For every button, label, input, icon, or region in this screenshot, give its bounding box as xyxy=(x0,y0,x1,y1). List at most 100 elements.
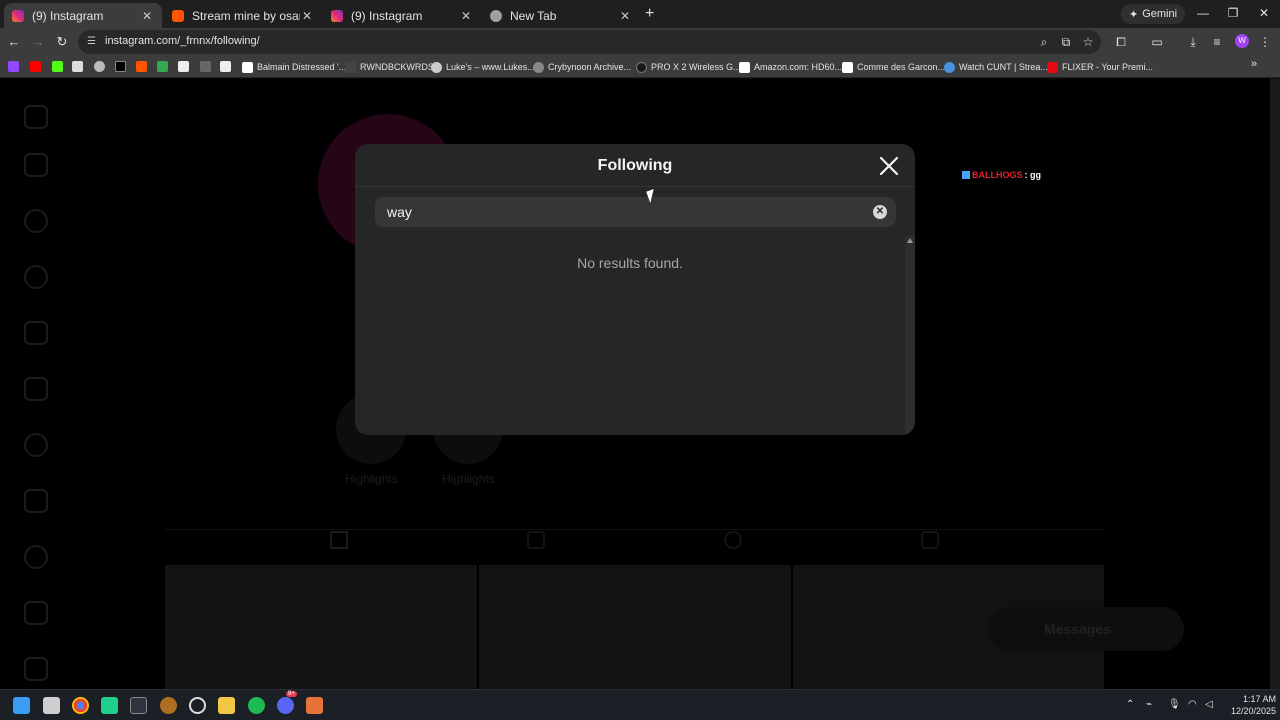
task-view-icon[interactable] xyxy=(43,697,60,714)
tab-close-icon[interactable]: ✕ xyxy=(618,9,632,23)
chevron-up-icon[interactable]: ⌃ xyxy=(1126,699,1134,710)
bookmark-watch[interactable]: Watch CUNT | Strea... xyxy=(944,60,1048,74)
youtube-icon[interactable] xyxy=(30,61,41,72)
bookmark-lukes[interactable]: Luke's – www.Lukes.... xyxy=(431,60,537,74)
bookmark-favicon-icon xyxy=(636,61,647,73)
bookmark-favicon-icon xyxy=(242,61,253,73)
reload-icon[interactable]: ↻ xyxy=(54,34,70,50)
tab-instagram-active[interactable]: (9) Instagram ✕ xyxy=(4,3,162,28)
bookmark-icon[interactable] xyxy=(220,61,231,72)
search-input[interactable] xyxy=(387,203,847,221)
gemini-button[interactable]: ✦ Gemini xyxy=(1121,4,1186,24)
page-scrollbar[interactable] xyxy=(1270,79,1280,689)
profile-avatar[interactable]: W xyxy=(1235,34,1249,48)
forward-arrow-icon[interactable]: → xyxy=(30,34,46,50)
kick-icon[interactable] xyxy=(52,61,63,72)
tab-title: New Tab xyxy=(510,8,557,23)
restore-icon[interactable]: ❐ xyxy=(1218,6,1248,20)
dialog-title: Following xyxy=(597,157,673,174)
url-text[interactable]: instagram.com/_frnnx/following/ xyxy=(105,35,260,47)
scroll-up-icon[interactable] xyxy=(907,238,913,243)
bookmark-balmain[interactable]: Balmain Distressed '... xyxy=(242,60,346,74)
bookmark-label: Luke's – www.Lukes.... xyxy=(446,62,538,72)
new-tab-button[interactable]: + xyxy=(645,5,654,23)
notification-suffix: : gg xyxy=(1024,170,1042,180)
instagram-favicon-icon xyxy=(331,9,343,22)
extensions-icon[interactable]: ⧠ xyxy=(1113,34,1129,50)
notification-name: BALLHOGS xyxy=(972,170,1023,180)
bookmark-flixer[interactable]: FLIXER - Your Premi... xyxy=(1047,60,1153,74)
bookmark-favicon-icon xyxy=(842,61,853,73)
windows-start-icon[interactable] xyxy=(13,697,30,714)
close-icon[interactable] xyxy=(878,155,900,177)
window-close-icon[interactable]: ✕ xyxy=(1249,6,1279,20)
tab-instagram-2[interactable]: (9) Instagram ✕ xyxy=(323,3,481,28)
xbox-icon[interactable] xyxy=(130,697,147,714)
discord-icon[interactable]: 9+ xyxy=(277,691,297,714)
browser-tab-strip: (9) Instagram ✕ Stream mine by osamason … xyxy=(0,0,1280,28)
bookmark-favicon-icon xyxy=(345,61,356,73)
soundcloud-icon[interactable] xyxy=(136,61,147,72)
tab-close-icon[interactable]: ✕ xyxy=(459,9,473,23)
bookmark-comme[interactable]: Comme des Garcon... xyxy=(842,60,945,74)
bookmark-amazon[interactable]: Amazon.com: HD60... xyxy=(739,60,842,74)
bookmark-favicon-icon xyxy=(533,61,544,73)
tab-close-icon[interactable]: ✕ xyxy=(140,9,154,23)
stream-notification: BALLHOGS : gg xyxy=(962,170,1041,180)
steam-icon[interactable] xyxy=(189,697,206,714)
volume-icon[interactable]: ◁ xyxy=(1205,699,1213,710)
wifi-icon[interactable]: ◠ xyxy=(1188,699,1197,710)
spotify-icon[interactable] xyxy=(248,697,265,714)
x-twitter-icon[interactable] xyxy=(115,61,126,72)
dialog-header: Following xyxy=(355,144,915,187)
menu-kebab-icon[interactable]: ⋮ xyxy=(1257,34,1273,50)
install-app-icon[interactable]: ⧉ xyxy=(1058,34,1074,50)
bookmark-icon[interactable] xyxy=(178,61,189,72)
app-icon[interactable] xyxy=(160,697,177,714)
bookmarks-bar: Balmain Distressed '... RWNDBCKWRDS Luke… xyxy=(0,56,1280,78)
file-explorer-icon[interactable] xyxy=(218,697,235,714)
zoom-icon[interactable]: ⌕ xyxy=(1036,34,1052,50)
bookmark-favicon-icon xyxy=(1047,61,1058,73)
download-icon[interactable]: ⤓ xyxy=(1185,34,1201,50)
dialog-scrollbar[interactable] xyxy=(905,236,915,435)
clock-date: 12/20/2025 xyxy=(1230,706,1276,716)
tab-soundcloud[interactable]: Stream mine by osamason | Lis ✕ xyxy=(164,3,322,28)
more-bookmarks-icon[interactable]: » xyxy=(1251,58,1257,70)
bookmark-prox2[interactable]: PRO X 2 Wireless G... xyxy=(636,60,741,74)
gmail-icon[interactable] xyxy=(157,61,168,72)
address-bar[interactable]: ☰ instagram.com/_frnnx/following/ ⌕ ⧉ ☆ xyxy=(78,30,1101,54)
bookmark-favicon-icon xyxy=(739,61,750,73)
twitch-icon[interactable] xyxy=(8,61,19,72)
search-field[interactable]: ✕ xyxy=(375,197,896,227)
bookmark-icon[interactable] xyxy=(72,61,83,72)
clear-search-icon[interactable]: ✕ xyxy=(873,205,887,219)
empty-state-text: No results found. xyxy=(577,255,683,271)
media-control-icon[interactable]: ≡ xyxy=(1209,34,1225,50)
system-clock[interactable]: 1:17 AM 12/20/2025 xyxy=(1222,693,1276,717)
bookmark-label: Crybynoon Archive... xyxy=(548,62,632,72)
side-panel-icon[interactable]: ▭ xyxy=(1149,34,1165,50)
tab-close-icon[interactable]: ✕ xyxy=(300,9,314,23)
tab-title: Stream mine by osamason | Lis xyxy=(192,8,300,23)
globe-icon[interactable] xyxy=(94,61,105,72)
app-icon[interactable] xyxy=(306,697,323,714)
network-icon[interactable]: ⌁ xyxy=(1146,699,1152,710)
chrome-icon[interactable] xyxy=(72,697,89,714)
minimize-icon[interactable]: — xyxy=(1188,6,1218,20)
bookmark-label: FLIXER - Your Premi... xyxy=(1062,62,1154,72)
bookmark-label: RWNDBCKWRDS xyxy=(360,62,434,72)
bookmark-label: PRO X 2 Wireless G... xyxy=(651,62,741,72)
bookmark-rwndbckwrds[interactable]: RWNDBCKWRDS xyxy=(345,60,434,74)
sparkle-icon: ✦ xyxy=(1129,8,1139,21)
bookmark-favicon-icon xyxy=(944,61,955,73)
bookmark-icon[interactable] xyxy=(200,61,211,72)
microphone-icon[interactable]: 🎙 xyxy=(1168,699,1181,710)
back-arrow-icon[interactable]: ← xyxy=(6,34,22,50)
tab-new-tab[interactable]: New Tab ✕ xyxy=(482,3,640,28)
discord-badge: 9+ xyxy=(286,691,297,697)
bookmark-star-icon[interactable]: ☆ xyxy=(1080,34,1096,50)
site-info-icon[interactable]: ☰ xyxy=(87,36,99,48)
whatsapp-icon[interactable] xyxy=(101,697,118,714)
bookmark-crybynoon[interactable]: Crybynoon Archive... xyxy=(533,60,631,74)
